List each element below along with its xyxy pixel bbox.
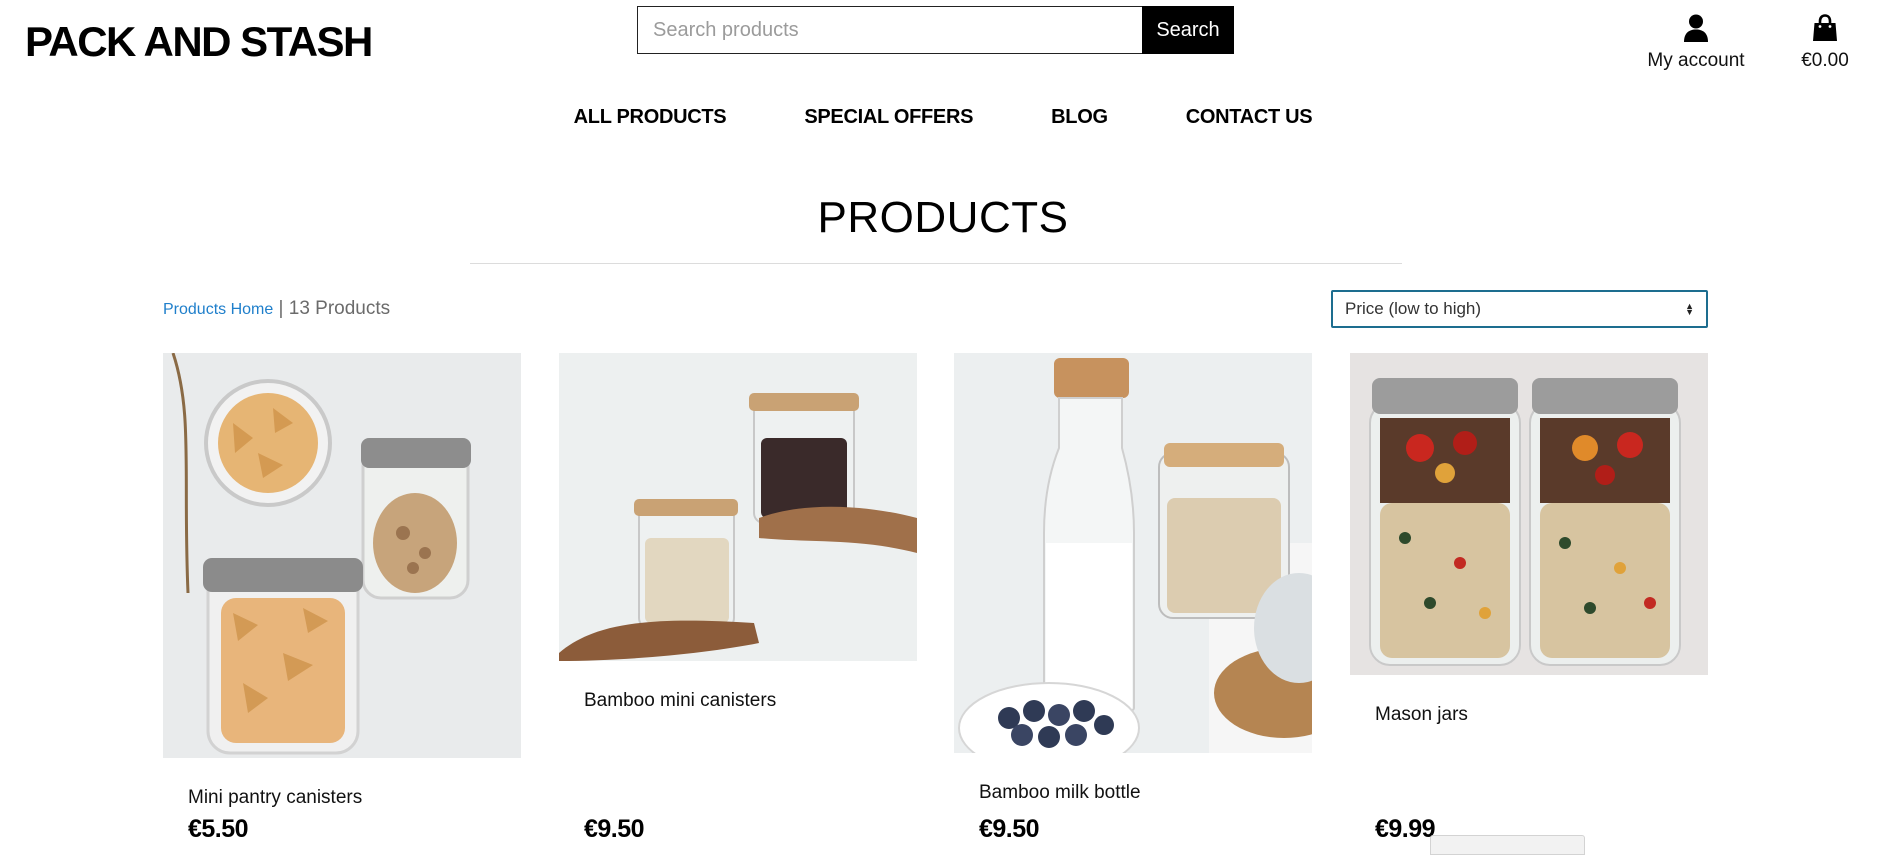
bag-total: €0.00 — [1801, 50, 1849, 71]
sort-selected-value: Price (low to high) — [1345, 299, 1482, 318]
product-image[interactable] — [1350, 353, 1708, 675]
breadcrumb-separator: | — [278, 298, 284, 319]
search-input[interactable] — [637, 6, 1142, 54]
product-card[interactable]: Mason jars €9.99 — [1350, 353, 1708, 843]
product-name[interactable]: Bamboo mini canisters — [559, 690, 776, 712]
site-logo[interactable]: PACK AND STASH — [25, 18, 373, 66]
nav-special-offers[interactable]: SPECIAL OFFERS — [804, 106, 973, 129]
my-account-label: My account — [1647, 50, 1745, 71]
product-count: 13 Products — [288, 298, 391, 319]
product-image[interactable] — [163, 353, 521, 758]
nav-contact-us[interactable]: CONTACT US — [1186, 106, 1313, 129]
product-price: €5.50 — [188, 815, 249, 843]
product-price: €9.99 — [1375, 815, 1436, 843]
title-divider — [470, 263, 1402, 264]
search-button[interactable]: Search — [1142, 6, 1234, 54]
nav-blog[interactable]: BLOG — [1051, 106, 1108, 129]
product-name[interactable]: Bamboo milk bottle — [954, 782, 1141, 804]
search-form: Search — [637, 6, 1234, 54]
product-card[interactable]: Bamboo mini canisters €9.50 — [559, 353, 917, 843]
site-header: PACK AND STASH Search My account €0.00 A… — [0, 0, 1886, 160]
floating-panel-edge[interactable] — [1430, 835, 1585, 855]
page-title: PRODUCTS — [817, 193, 1069, 242]
nav-all-products[interactable]: ALL PRODUCTS — [574, 106, 727, 129]
user-icon — [1684, 14, 1708, 42]
products-home-link[interactable]: Products Home — [163, 301, 273, 318]
product-image[interactable] — [954, 353, 1312, 753]
product-card[interactable]: Bamboo milk bottle €9.50 — [954, 353, 1312, 843]
product-price: €9.50 — [979, 815, 1040, 843]
breadcrumb: Products Home | 13 Products — [163, 298, 390, 320]
shopping-bag-icon — [1813, 14, 1837, 41]
product-name[interactable]: Mini pantry canisters — [163, 787, 362, 809]
product-price: €9.50 — [584, 815, 645, 843]
sort-select[interactable]: Price (low to high) ▲ ▼ — [1331, 290, 1708, 328]
product-name[interactable]: Mason jars — [1350, 704, 1468, 726]
my-account-link[interactable]: My account — [1646, 14, 1746, 72]
select-arrows-icon: ▲ ▼ — [1685, 301, 1694, 317]
product-card[interactable]: Mini pantry canisters €5.50 — [163, 353, 521, 843]
shopping-bag-link[interactable]: €0.00 — [1796, 14, 1854, 72]
product-image[interactable] — [559, 353, 917, 661]
main-nav: ALL PRODUCTS SPECIAL OFFERS BLOG CONTACT… — [0, 106, 1886, 129]
